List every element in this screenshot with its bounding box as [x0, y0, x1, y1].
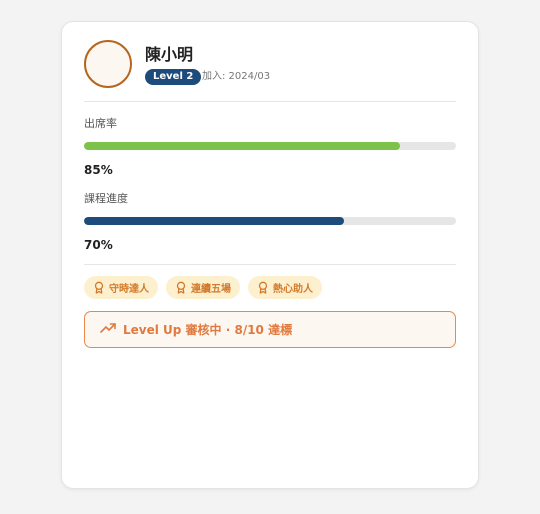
attendance-label: 出席率 [84, 117, 117, 130]
member-card: 陳小明 Level 2 加入: 2024/03 出席率 85% 課程進度 70%… [61, 21, 479, 489]
award-icon [175, 281, 187, 294]
divider [84, 264, 456, 265]
profile-header: 陳小明 Level 2 加入: 2024/03 [84, 40, 456, 90]
achievement-badge: 守時達人 [84, 276, 158, 299]
attendance-progress-track [84, 142, 456, 150]
attendance-value: 85% [84, 163, 113, 177]
achievement-badges: 守時達人 連續五場 熱心助人 [84, 276, 322, 299]
badge-label: 連續五場 [191, 284, 231, 295]
trending-up-icon [100, 322, 116, 337]
course-progress-fill [84, 217, 345, 225]
achievement-badge: 熱心助人 [248, 276, 322, 299]
achievement-badge: 連續五場 [166, 276, 240, 299]
level-badge: Level 2 [145, 69, 202, 85]
divider [84, 101, 456, 102]
level-up-status-text: Level Up 審核中 · 8/10 達標 [123, 323, 293, 337]
joined-date: 加入: 2024/03 [202, 71, 271, 82]
member-name: 陳小明 [145, 45, 194, 64]
badge-label: 熱心助人 [273, 284, 313, 295]
award-icon [257, 281, 269, 294]
avatar [84, 40, 132, 88]
course-progress-value: 70% [84, 238, 113, 252]
award-icon [93, 281, 105, 294]
course-progress-track [84, 217, 456, 225]
badge-label: 守時達人 [109, 284, 149, 295]
attendance-progress-fill [84, 142, 401, 150]
level-up-status-button[interactable]: Level Up 審核中 · 8/10 達標 [84, 311, 456, 348]
course-progress-label: 課程進度 [84, 192, 128, 205]
